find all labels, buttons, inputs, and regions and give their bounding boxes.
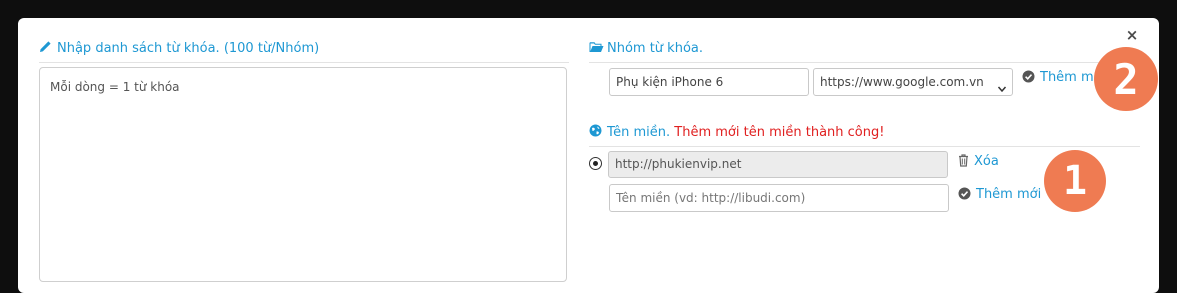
group-divider: [589, 62, 1140, 63]
add-domain-button[interactable]: Thêm mới: [958, 186, 1041, 206]
new-domain-placeholder: Tên miền (vd: http://libudi.com): [616, 191, 806, 205]
group-name-value: Phụ kiện iPhone 6: [616, 75, 724, 89]
existing-domain-value: http://phukienvip.net: [615, 157, 742, 171]
add-domain-label: Thêm mới: [976, 187, 1042, 202]
pencil-icon: [39, 40, 53, 59]
keywords-textarea[interactable]: Mỗi dòng = 1 từ khóa: [39, 67, 567, 282]
search-engine-selected: https://www.google.com.vn: [820, 75, 984, 89]
keywords-textarea-placeholder: Mỗi dòng = 1 từ khóa: [50, 80, 180, 94]
domain-panel-title-text: Tên miền.: [607, 125, 671, 140]
annotation-badge-2: 2: [1094, 47, 1158, 111]
globe-icon: [589, 124, 603, 143]
new-domain-input[interactable]: Tên miền (vd: http://libudi.com): [609, 184, 949, 212]
group-panel-title: Nhóm từ khóa.: [589, 40, 703, 59]
keywords-panel-title: Nhập danh sách từ khóa. (100 từ/Nhóm): [39, 40, 319, 59]
folder-open-icon: [589, 41, 604, 59]
domain-radio-selected[interactable]: [589, 157, 602, 170]
add-group-button[interactable]: Thêm mới: [1022, 69, 1105, 89]
group-name-input[interactable]: Phụ kiện iPhone 6: [609, 68, 809, 96]
search-engine-select[interactable]: https://www.google.com.vn: [813, 68, 1013, 96]
delete-domain-label: Xóa: [974, 154, 999, 169]
delete-domain-button[interactable]: Xóa: [958, 153, 999, 173]
trash-icon: [958, 154, 969, 173]
check-circle-icon: [958, 187, 971, 206]
existing-domain-field[interactable]: http://phukienvip.net: [608, 151, 948, 178]
annotation-badge-1: 1: [1044, 150, 1106, 212]
domain-status-message: Thêm mới tên miền thành công!: [674, 125, 885, 140]
close-icon[interactable]: ×: [1124, 26, 1140, 44]
keywords-divider: [39, 62, 569, 63]
chevron-down-icon: [997, 77, 1007, 93]
keywords-panel-title-text: Nhập danh sách từ khóa. (100 từ/Nhóm): [57, 41, 320, 56]
domain-panel-title: Tên miền. Thêm mới tên miền thành công!: [589, 124, 884, 143]
group-panel-title-text: Nhóm từ khóa.: [607, 41, 704, 56]
check-circle-icon: [1022, 70, 1035, 89]
domain-divider: [589, 146, 1140, 147]
